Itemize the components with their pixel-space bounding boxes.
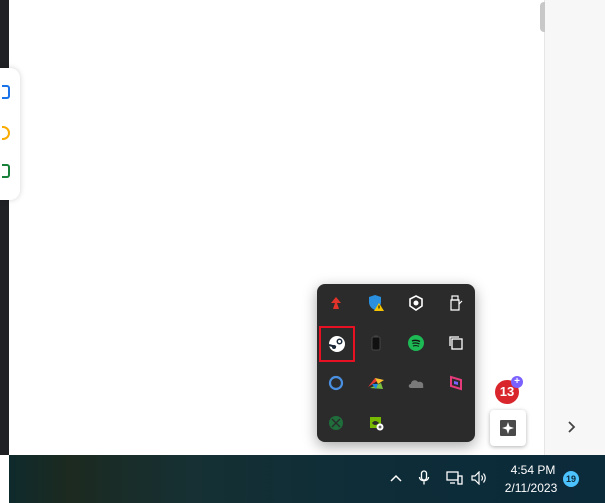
windows-security-warning-icon[interactable]: [358, 285, 394, 321]
network-monitor-icon[interactable]: [444, 467, 466, 489]
taskbar-clock-time[interactable]: 4:54 PM: [503, 463, 563, 477]
xbox-icon[interactable]: [318, 405, 354, 441]
volume-icon[interactable]: [469, 467, 491, 489]
spotify-icon[interactable]: [398, 325, 434, 361]
microphone-icon[interactable]: [413, 467, 435, 489]
unknown-shield-icon[interactable]: [398, 285, 434, 321]
nvidia-icon[interactable]: [358, 405, 394, 441]
side-panel: [0, 68, 20, 200]
right-pane: [545, 0, 605, 455]
usb-drive-icon[interactable]: [438, 285, 474, 321]
side-panel-green-icon[interactable]: [2, 164, 10, 178]
plus-badge-icon: +: [511, 376, 523, 388]
notification-center-badge[interactable]: 19: [563, 471, 579, 487]
chevron-up-icon[interactable]: [385, 467, 407, 489]
battery-device-icon[interactable]: [358, 325, 394, 361]
circle-app-icon[interactable]: [318, 365, 354, 401]
sparkle-icon: [500, 420, 516, 436]
chevron-right-icon[interactable]: [562, 417, 582, 437]
desktop-screen: 13 + 4:54 PM 2/11/2023 19: [0, 0, 605, 503]
side-panel-blue-icon[interactable]: [2, 85, 10, 99]
color-wheel-app-icon[interactable]: [358, 365, 394, 401]
pink-cube-app-icon[interactable]: [438, 365, 474, 401]
copilot-sparkle-button[interactable]: [490, 410, 526, 446]
onedrive-cloud-icon[interactable]: [398, 365, 434, 401]
side-panel-yellow-icon[interactable]: [2, 126, 10, 140]
taskbar-left-edge: [0, 455, 9, 503]
copy-windows-icon[interactable]: [438, 325, 474, 361]
adobe-acrobat-icon[interactable]: [318, 285, 354, 321]
tray-overflow-flyout: [317, 284, 475, 442]
taskbar-clock-date[interactable]: 2/11/2023: [499, 481, 563, 495]
steam-icon[interactable]: [319, 326, 355, 362]
